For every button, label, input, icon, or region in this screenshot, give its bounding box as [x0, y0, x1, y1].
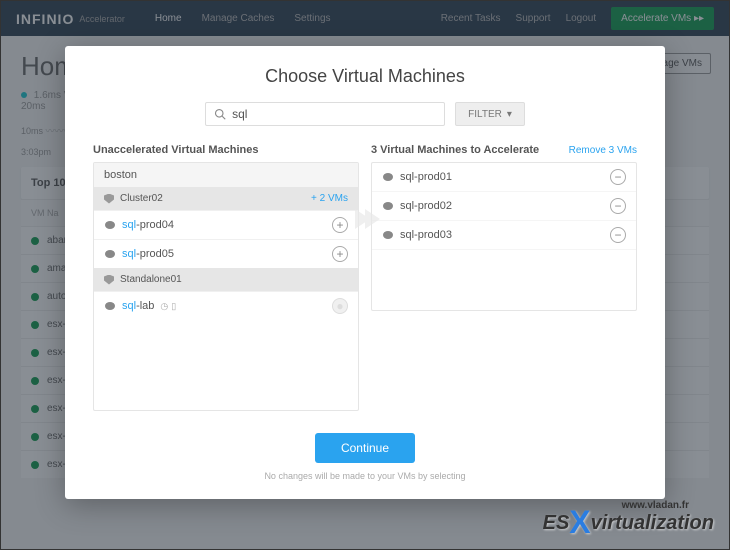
vm-icon: [382, 200, 394, 212]
left-col-title: Unaccelerated Virtual Machines: [93, 144, 258, 156]
accelerate-panel: sql-prod01 − sql-prod02 − sql-prod03 −: [371, 162, 637, 311]
search-row: FILTER ▾: [93, 102, 637, 126]
vm-name: sql-prod04: [122, 219, 174, 231]
vm-icon: [382, 171, 394, 183]
vm-name: sql-lab: [122, 300, 154, 312]
search-icon: [214, 108, 226, 120]
search-input[interactable]: [232, 107, 436, 121]
cluster-name: Standalone01: [120, 274, 182, 285]
vm-row-sql-prod04[interactable]: sql-prod04 +: [94, 210, 358, 239]
right-column: 3 Virtual Machines to Accelerate Remove …: [371, 144, 637, 411]
vm-icon: [104, 248, 116, 260]
left-column: Unaccelerated Virtual Machines boston Cl…: [93, 144, 359, 411]
vm-row-sql-prod02[interactable]: sql-prod02 −: [372, 192, 636, 221]
clock-icon: ◷: [160, 301, 168, 312]
vm-icon: [104, 300, 116, 312]
filter-label: FILTER: [468, 109, 502, 120]
search-box[interactable]: [205, 102, 445, 126]
remove-vm-button[interactable]: −: [610, 198, 626, 214]
add-vm-button-disabled: ●: [332, 298, 348, 314]
remove-vm-button[interactable]: −: [610, 169, 626, 185]
modal-title: Choose Virtual Machines: [93, 66, 637, 87]
disk-badge-icon: ▯: [171, 301, 176, 312]
vm-badges: ◷▯: [160, 301, 176, 312]
vm-name: sql-prod02: [400, 200, 452, 212]
vm-row-sql-prod03[interactable]: sql-prod03 −: [372, 221, 636, 250]
right-col-title: 3 Virtual Machines to Accelerate: [371, 144, 539, 156]
remove-all-link[interactable]: Remove 3 VMs: [569, 145, 637, 156]
modal-footer: Continue No changes will be made to your…: [93, 433, 637, 481]
site-header: boston: [94, 163, 358, 187]
vm-name: sql-prod05: [122, 248, 174, 260]
chevron-down-icon: ▾: [507, 109, 512, 120]
watermark-url: www.vladan.fr: [622, 500, 689, 511]
remove-vm-button[interactable]: −: [610, 227, 626, 243]
vm-row-sql-prod05[interactable]: sql-prod05 +: [94, 239, 358, 268]
vm-icon: [382, 229, 394, 241]
modal-overlay: Choose Virtual Machines FILTER ▾ Unaccel…: [1, 1, 729, 549]
footer-note: No changes will be made to your VMs by s…: [93, 471, 637, 481]
choose-vms-modal: Choose Virtual Machines FILTER ▾ Unaccel…: [65, 46, 665, 499]
vm-row-sql-lab[interactable]: sql-lab ◷▯ ●: [94, 291, 358, 320]
columns: Unaccelerated Virtual Machines boston Cl…: [93, 144, 637, 411]
cluster-vm-count[interactable]: + 2 VMs: [311, 193, 348, 204]
cluster-icon: [104, 194, 114, 204]
vm-name: sql-prod01: [400, 171, 452, 183]
filter-button[interactable]: FILTER ▾: [455, 102, 525, 126]
vm-row-sql-prod01[interactable]: sql-prod01 −: [372, 163, 636, 192]
cluster-row-cluster02[interactable]: Cluster02 + 2 VMs: [94, 187, 358, 210]
add-vm-button[interactable]: +: [332, 217, 348, 233]
cluster-name: Cluster02: [120, 193, 163, 204]
add-vm-button[interactable]: +: [332, 246, 348, 262]
cluster-row-standalone01[interactable]: Standalone01: [94, 268, 358, 291]
vm-icon: [104, 219, 116, 231]
continue-button[interactable]: Continue: [315, 433, 415, 463]
vm-name: sql-prod03: [400, 229, 452, 241]
unaccelerated-panel: boston Cluster02 + 2 VMs sql-prod04 +: [93, 162, 359, 411]
transfer-arrow-icon: [350, 204, 380, 239]
cluster-icon: [104, 275, 114, 285]
